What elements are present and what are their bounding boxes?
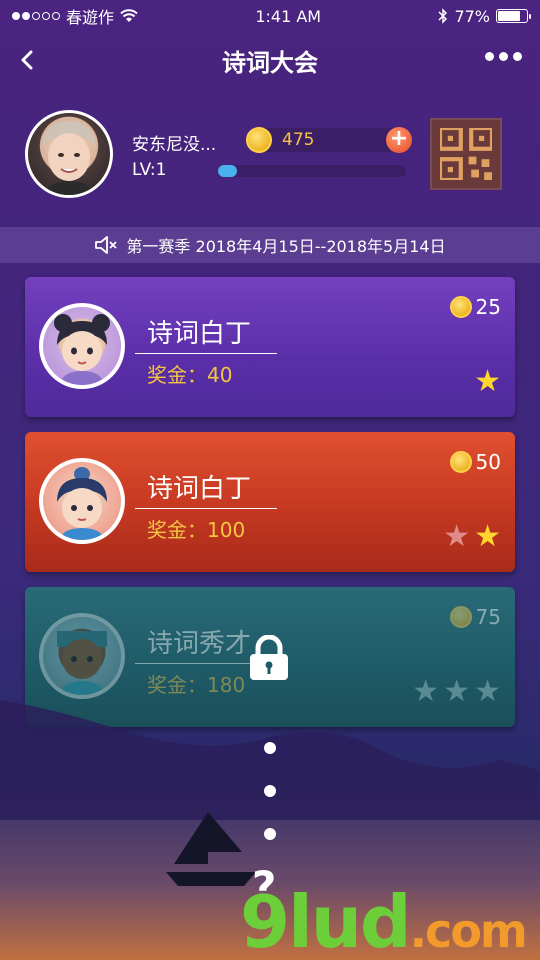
nav-bar: 诗词大会 bbox=[0, 38, 540, 82]
battery-fill bbox=[498, 11, 520, 21]
xp-progress-bar bbox=[218, 165, 406, 177]
crown-coin-icon bbox=[449, 451, 472, 473]
star-empty-icon: ★ bbox=[443, 519, 471, 554]
username: 安东尼没... bbox=[132, 135, 217, 155]
level-2-cost-value: 50 bbox=[475, 450, 501, 474]
avatar[interactable] bbox=[25, 110, 113, 198]
signal-icon bbox=[12, 12, 60, 20]
level-2-cost: 50 bbox=[449, 450, 501, 474]
level-3-title: 诗词秀才 bbox=[147, 629, 252, 659]
page-title: 诗词大会 bbox=[222, 48, 318, 77]
dot-icon bbox=[264, 828, 276, 840]
season-banner: 第一赛季 2018年4月15日--2018年5月14日 bbox=[0, 227, 540, 263]
level-3-avatar bbox=[39, 613, 125, 699]
battery-icon bbox=[496, 9, 531, 23]
dot-icon bbox=[264, 742, 276, 754]
crown-coin-icon bbox=[449, 296, 472, 318]
star-filled-icon: ★ bbox=[474, 364, 501, 399]
lock-icon bbox=[250, 635, 288, 680]
more-levels-indicator bbox=[264, 742, 276, 871]
level-1-cost: 25 bbox=[449, 295, 501, 319]
qr-code-button[interactable] bbox=[430, 118, 502, 190]
battery-percent: 77% bbox=[454, 6, 490, 26]
season-text: 第一赛季 2018年4月15日--2018年5月14日 bbox=[126, 237, 446, 256]
level-3-prize: 奖金：180 bbox=[147, 673, 246, 697]
chevron-left-icon bbox=[21, 50, 33, 70]
user-level: LV:1 bbox=[132, 160, 167, 180]
more-dot-icon bbox=[485, 52, 494, 61]
back-button[interactable] bbox=[14, 46, 42, 74]
scholar-boy-icon bbox=[57, 467, 107, 540]
more-button[interactable] bbox=[485, 52, 522, 61]
bluetooth-icon bbox=[438, 8, 448, 24]
level-1-stars: ★ bbox=[474, 367, 501, 397]
wifi-icon bbox=[120, 9, 138, 22]
qr-code-icon bbox=[437, 125, 495, 183]
coin-count: 475 bbox=[282, 130, 315, 150]
level-1-cost-value: 25 bbox=[475, 295, 501, 319]
level-1-prize: 奖金：40 bbox=[147, 363, 233, 387]
dot-icon bbox=[264, 785, 276, 797]
level-2-stars: ★ ★ bbox=[443, 522, 501, 552]
sailboat-icon bbox=[166, 812, 256, 886]
level-1-avatar bbox=[39, 303, 125, 389]
profile-panel: 安东尼没... LV:1 475 + bbox=[0, 110, 540, 200]
level-card-1[interactable]: 诗词白丁 奖金：40 25 ★ bbox=[25, 277, 515, 417]
status-right: 77% bbox=[438, 6, 531, 26]
watermark-logo: 9lud.com bbox=[240, 880, 528, 960]
level-2-title: 诗词白丁 bbox=[147, 474, 252, 504]
more-dot-icon bbox=[513, 52, 522, 61]
level-3-cost: 75 bbox=[449, 605, 501, 629]
level-card-2[interactable]: 诗词白丁 奖金：100 50 ★ ★ bbox=[25, 432, 515, 572]
coin-balance: 475 + bbox=[246, 127, 412, 153]
divider bbox=[135, 508, 277, 509]
scholar-girl-icon bbox=[54, 314, 110, 385]
scholar-man-icon bbox=[57, 631, 107, 695]
add-coins-button[interactable]: + bbox=[386, 127, 412, 153]
carrier-name: 春遊作 bbox=[66, 8, 115, 27]
crown-coin-icon bbox=[449, 606, 472, 628]
level-2-avatar bbox=[39, 458, 125, 544]
star-filled-icon: ★ bbox=[474, 519, 501, 554]
status-left: 春遊作 bbox=[12, 4, 138, 28]
divider bbox=[135, 353, 277, 354]
user-portrait-icon bbox=[42, 121, 96, 195]
more-dot-icon bbox=[499, 52, 508, 61]
xp-progress-fill bbox=[218, 165, 237, 177]
level-2-prize: 奖金：100 bbox=[147, 518, 246, 542]
status-time: 1:41 AM bbox=[255, 6, 322, 26]
level-1-title: 诗词白丁 bbox=[147, 319, 252, 349]
watermark-suffix: .com bbox=[409, 904, 528, 958]
speaker-icon bbox=[95, 236, 118, 254]
status-bar: 春遊作 1:41 AM 77% bbox=[0, 0, 540, 32]
level-3-cost-value: 75 bbox=[475, 605, 501, 629]
crown-coin-icon bbox=[246, 127, 272, 153]
watermark-brand: 9lud bbox=[240, 880, 412, 960]
